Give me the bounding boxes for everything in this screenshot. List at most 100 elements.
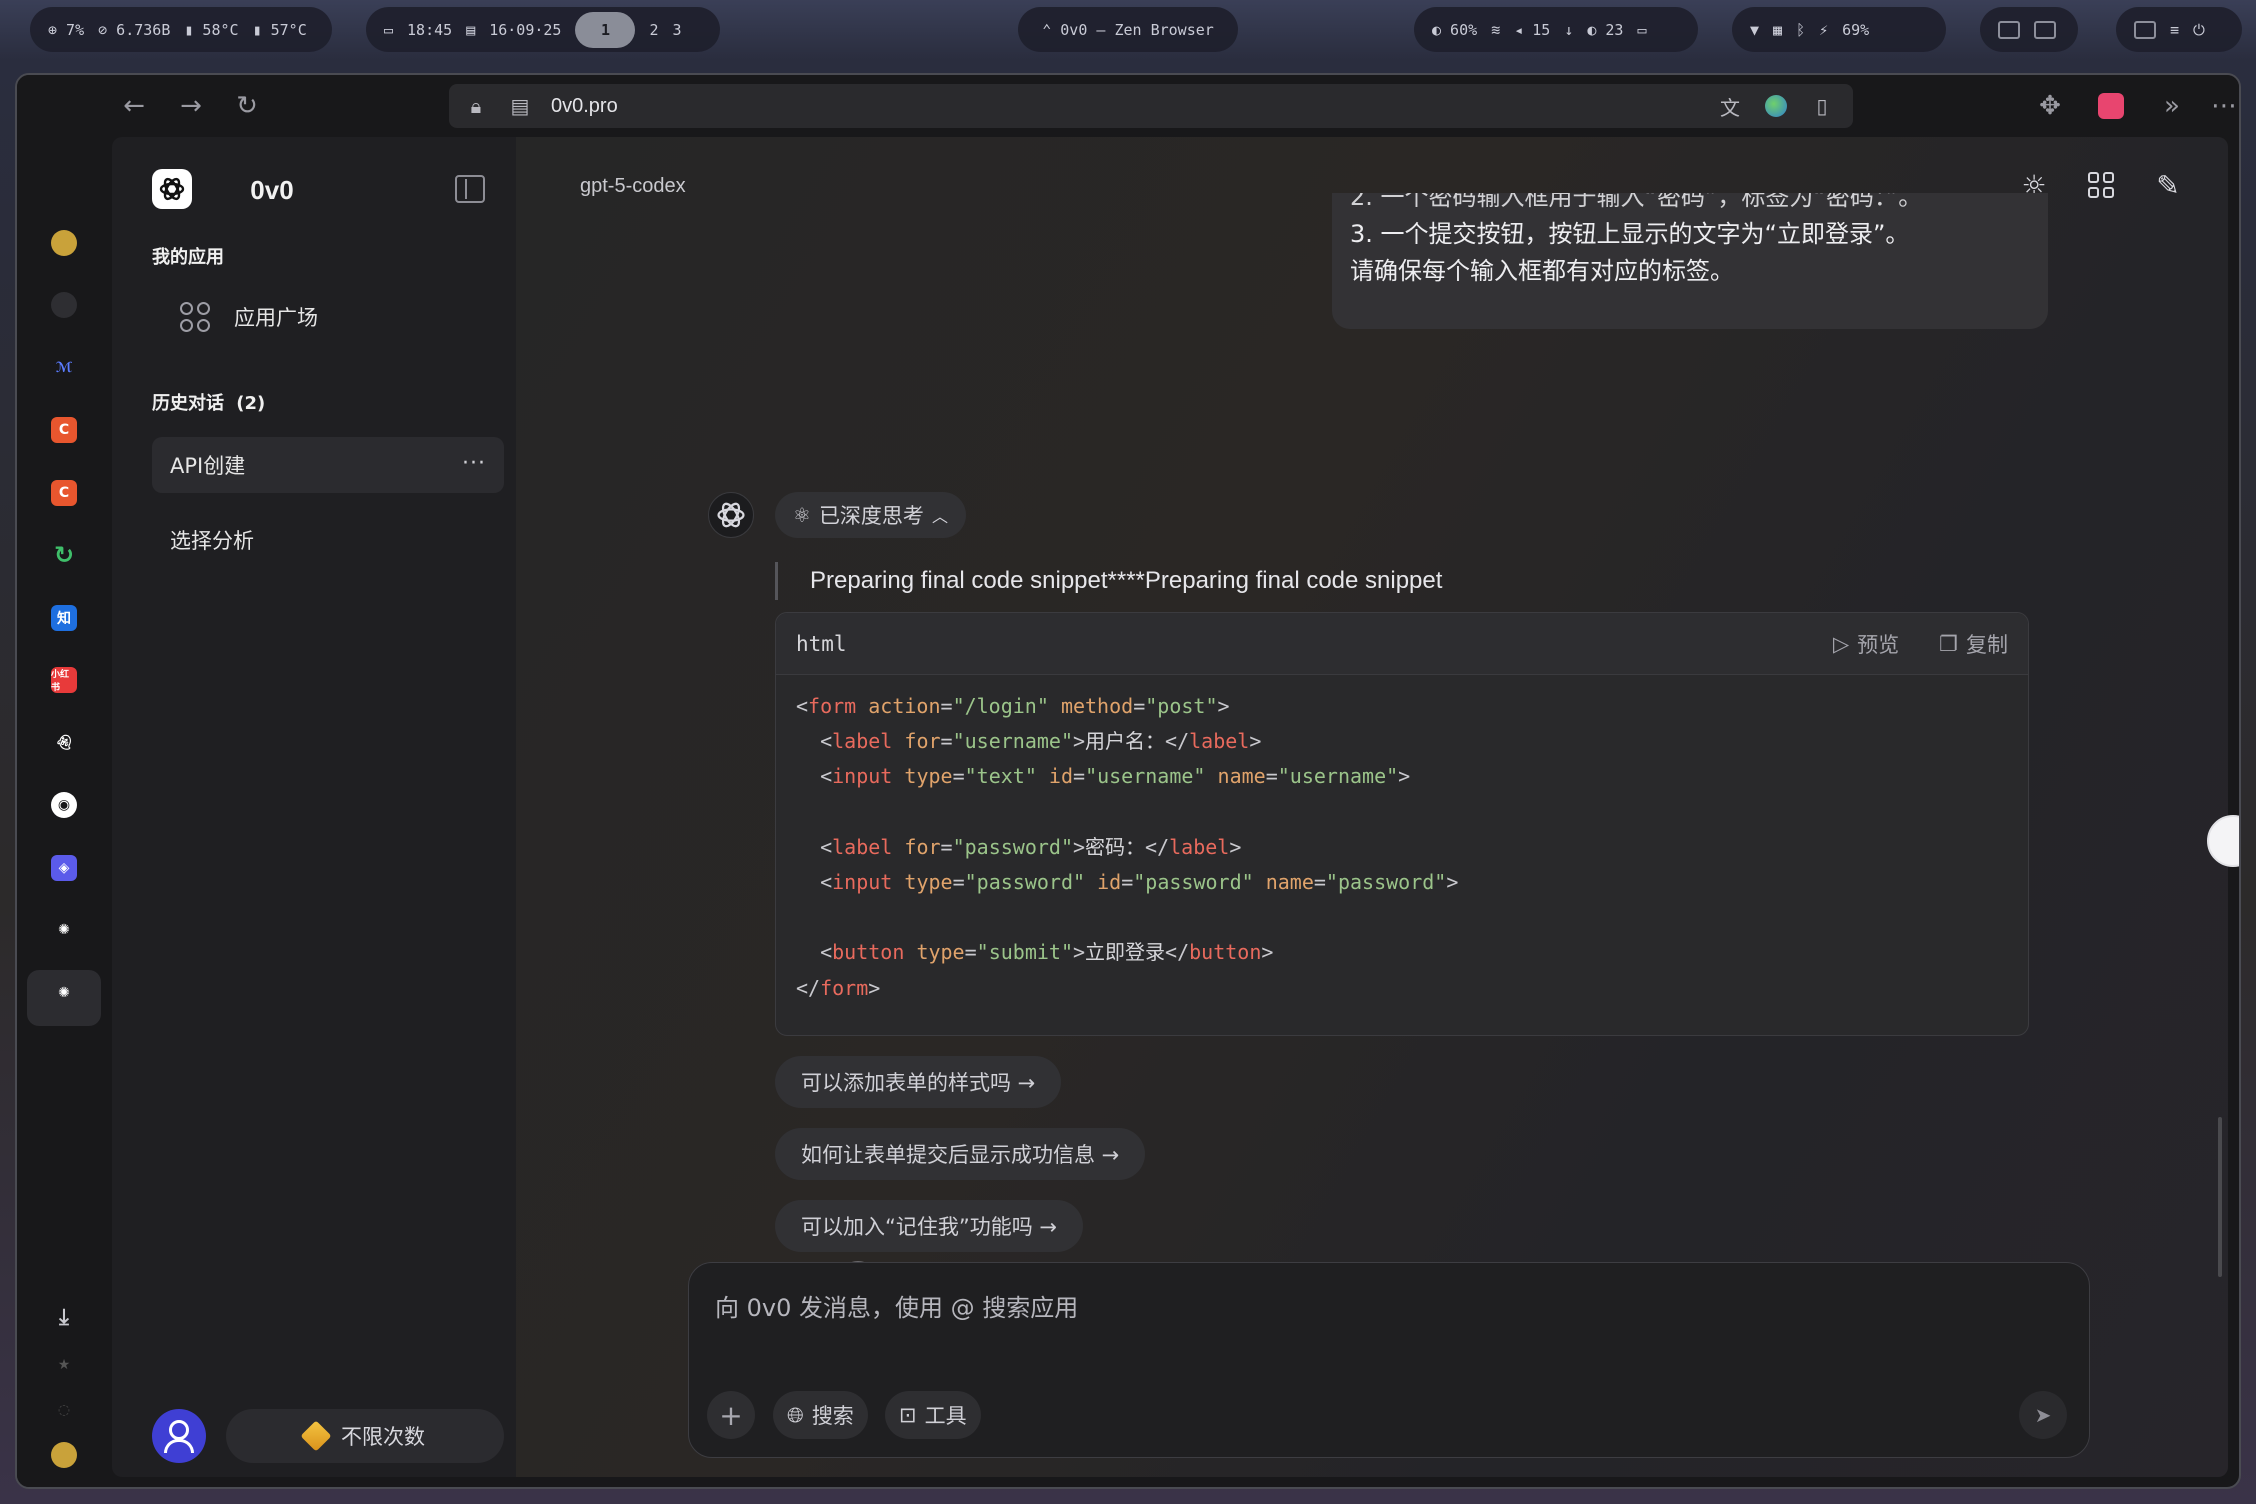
xiaohongshu-tab-icon[interactable]: 小红书 xyxy=(51,667,77,693)
pin-icon[interactable]: ★ xyxy=(51,1352,77,1378)
session-pill: ≡ ⏻ xyxy=(2116,7,2242,52)
suggestion-chip[interactable]: 可以添加表单的样式吗 → xyxy=(775,1056,1062,1108)
apps-grid-header-icon[interactable] xyxy=(2083,167,2119,203)
clipboard-icon[interactable] xyxy=(2134,20,2156,39)
user-message-line: 2. 一个密码输入框用于输入“密码”，标签为“密码：”。 xyxy=(1350,193,1923,211)
bluetooth-icon[interactable]: ᛒ xyxy=(1796,21,1805,39)
power-profile-icon[interactable]: ⚡ xyxy=(1819,21,1828,39)
new-chat-edit-icon[interactable]: ✎ xyxy=(2150,167,2186,203)
emoji-tab-icon-2[interactable] xyxy=(51,1442,77,1468)
extensions-icon[interactable]: ✥ xyxy=(2033,89,2067,123)
night-indicator[interactable]: ◐ 23 xyxy=(1587,21,1623,39)
emoji-tab-icon[interactable] xyxy=(51,230,77,256)
bookmark-icon[interactable]: ▯ xyxy=(1805,89,1839,123)
mic-indicator[interactable]: ↓ xyxy=(1564,21,1573,39)
extension-translate-icon[interactable] xyxy=(2094,89,2128,123)
chat-scrollbar[interactable] xyxy=(2218,1117,2222,1277)
menu-icon[interactable]: ≡ xyxy=(2170,21,2179,39)
back-icon[interactable]: ← xyxy=(117,89,151,123)
chat-main: gpt-5-codex ☼ ✎ 2. 一个密码输入框用于输入“密码”，标签为“密… xyxy=(516,137,2228,1477)
add-attachment-button[interactable]: + xyxy=(707,1391,755,1439)
calendar-icon: ▤ xyxy=(466,20,476,39)
user-message-line: 请确保每个输入框都有对应的标签。 xyxy=(1350,257,1734,285)
indicators-pill: ◐ 60% ≋ ◂ 15 ↓ ◐ 23 ▭ xyxy=(1414,7,1698,52)
conversation-item-api[interactable]: API创建 ··· xyxy=(152,437,504,493)
browser-toolbar: ← → ↻ 🔒︎ ▤ 0v0.pro 文 ▯ ✥ » ⋯ xyxy=(17,75,2239,137)
code-block-header: html ▷ 预览 ❐ 复制 xyxy=(776,613,2028,675)
memory-stat: ⊘ 6.736B xyxy=(98,20,171,39)
c-tab-icon[interactable]: C xyxy=(51,417,77,443)
copy-button[interactable]: ❐ 复制 xyxy=(1939,629,2008,659)
download-icon[interactable]: ⤓ xyxy=(51,1304,77,1330)
openai-active-tab-icon[interactable]: ✺ xyxy=(51,980,77,1006)
brightness-indicator[interactable]: ◐ 60% xyxy=(1432,21,1477,39)
code-block: html ▷ 预览 ❐ 复制 <form action="/login" metho… xyxy=(775,612,2029,1036)
github-tab-icon[interactable]: ◉ xyxy=(51,792,77,818)
window-icon[interactable] xyxy=(1998,20,2020,39)
forward-icon[interactable]: → xyxy=(174,89,208,123)
openai-logo-glyph xyxy=(159,177,185,201)
volume-indicator[interactable]: ◂ 15 xyxy=(1514,21,1550,39)
globe-extension-icon[interactable] xyxy=(1759,89,1793,123)
preview-label: 预览 xyxy=(1857,632,1900,657)
conversation-label: 选择分析 xyxy=(170,529,254,553)
wifi-icon[interactable]: ▼ xyxy=(1750,21,1759,39)
site-settings-icon[interactable]: ▤ xyxy=(503,89,537,123)
play-circle-icon: ▷ xyxy=(1833,631,1850,656)
deep-thinking-toggle[interactable]: ⚛ 已深度思考 ︿ xyxy=(775,492,966,538)
tab-strip: ℳ C C ↻ 知 小红书 👻︎ ◉ ◈ ✺ ✺ ⤓ ★ ◌ + xyxy=(17,137,112,1487)
faded-tab-icon[interactable]: ◌ xyxy=(51,1397,77,1423)
history-count: (2) xyxy=(236,393,266,414)
palette-icon[interactable] xyxy=(2034,20,2056,39)
system-stats-pill: ⊕ 7% ⊘ 6.736B ▮ 58°C ▮ 57°C xyxy=(30,7,332,52)
overflow-chevron-icon[interactable]: » xyxy=(2155,89,2189,123)
search-toggle-button[interactable]: 🌐︎ 搜索 xyxy=(773,1391,868,1439)
power-icon[interactable]: ⏻ xyxy=(2193,21,2205,39)
grid-icon[interactable]: ▦ xyxy=(1773,21,1782,39)
workspace-2[interactable]: 2 xyxy=(649,21,658,39)
n-logo-tab-icon[interactable]: ℳ xyxy=(51,355,77,381)
model-selector[interactable]: gpt-5-codex xyxy=(580,175,686,198)
user-message-line: 3. 一个提交按钮，按钮上显示的文字为“立即登录”。 xyxy=(1350,220,1910,248)
c-tab-icon-2[interactable]: C xyxy=(51,480,77,506)
more-options-icon[interactable]: ··· xyxy=(462,451,486,476)
menu-dots-icon[interactable]: ⋯ xyxy=(2207,89,2239,123)
hidden-tab-icon[interactable] xyxy=(51,292,77,318)
workspace-3[interactable]: 3 xyxy=(673,21,682,39)
discord-tab-icon[interactable]: ◈ xyxy=(51,855,77,881)
suggestion-chip[interactable]: 可以加入“记住我”功能吗 → xyxy=(775,1200,1084,1252)
openai-avatar-icon xyxy=(717,502,745,528)
app-store-link[interactable]: 应用广场 xyxy=(152,289,504,345)
conversation-item-analysis[interactable]: 选择分析 xyxy=(152,512,504,568)
atom-icon: ⚛ xyxy=(793,503,811,527)
lock-icon[interactable]: 🔒︎ xyxy=(459,89,493,123)
wifi-indicator[interactable]: ≋ xyxy=(1491,21,1500,39)
plan-label: 不限次数 xyxy=(341,1425,425,1449)
ghost-tab-icon[interactable]: 👻︎ xyxy=(51,730,77,756)
message-input[interactable] xyxy=(715,1283,2015,1333)
user-avatar[interactable] xyxy=(152,1409,206,1463)
openai-tab-icon[interactable]: ✺ xyxy=(51,917,77,943)
sidebar-collapse-icon[interactable] xyxy=(455,175,485,203)
zhihu-tab-icon[interactable]: 知 xyxy=(51,605,77,631)
code-content[interactable]: <form action="/login" method="post"> <la… xyxy=(776,675,2028,1020)
history-label: 历史对话 xyxy=(152,393,224,414)
recycle-tab-icon[interactable]: ↻ xyxy=(51,541,77,569)
thinking-quote-bar xyxy=(775,562,778,600)
keyboard-indicator[interactable]: ▭ xyxy=(1637,21,1646,39)
app-title: 0v0 xyxy=(250,175,294,205)
battery-level: 69% xyxy=(1842,20,1870,39)
conversation-label: API创建 xyxy=(170,454,246,478)
send-icon[interactable]: ➤ xyxy=(2019,1391,2067,1439)
translate-icon[interactable]: 文 xyxy=(1713,89,1747,123)
code-line-1: <form action="/login" method="post"> xyxy=(796,694,1230,718)
workspace-1[interactable]: 1 xyxy=(575,11,636,48)
plan-badge-button[interactable]: 不限次数 xyxy=(226,1409,504,1463)
url-bar[interactable]: 🔒︎ ▤ 0v0.pro 文 ▯ xyxy=(449,84,1853,128)
suggestion-chip[interactable]: 如何让表单提交后显示成功信息 → xyxy=(775,1128,1146,1180)
url-text[interactable]: 0v0.pro xyxy=(551,95,618,118)
reload-icon[interactable]: ↻ xyxy=(230,89,264,123)
tray-pill: ▼ ▦ ᛒ ⚡ 69% xyxy=(1732,7,1946,52)
preview-button[interactable]: ▷ 预览 xyxy=(1833,629,1899,659)
tools-button[interactable]: ⊡ 工具 xyxy=(885,1391,981,1439)
